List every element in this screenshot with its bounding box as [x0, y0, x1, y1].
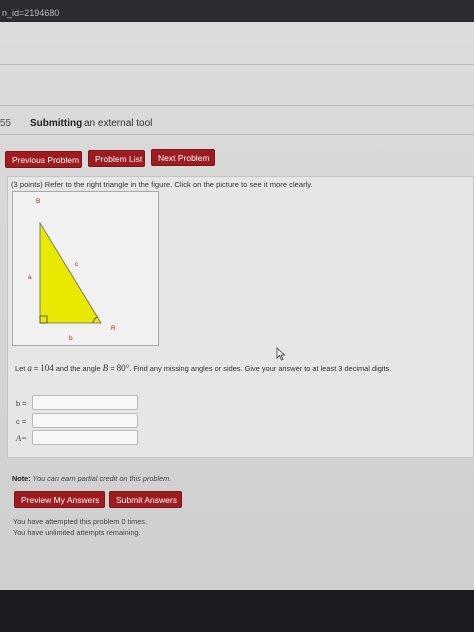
monitor-bezel [0, 590, 474, 632]
problem-panel: (3 points) Refer to the right triangle i… [7, 176, 474, 458]
c-answer-input[interactable] [32, 413, 138, 428]
side-label-b: b [69, 335, 73, 342]
given-a-value: 104 [40, 363, 54, 373]
side-label-c: c [75, 261, 79, 268]
a-angle-field-label: A= [16, 433, 27, 443]
vertex-label-r: R [111, 325, 116, 332]
c-field-label: c = [16, 417, 27, 426]
triangle-shape [39, 221, 102, 324]
triangle-figure[interactable]: B c a R b [12, 191, 159, 346]
previous-problem-button[interactable]: Previous Problem [5, 151, 82, 168]
partial-credit-note: Note: You can earn partial credit on thi… [12, 474, 172, 483]
breadcrumb-number: 55 [0, 118, 12, 129]
side-label-a: a [28, 274, 32, 281]
breadcrumb-title: Submitting [30, 118, 83, 129]
given-angle-b-value: 80° [116, 363, 130, 373]
a-angle-answer-input[interactable] [32, 430, 138, 445]
divider [0, 64, 474, 65]
divider [0, 105, 474, 106]
url-fragment: n_id=2194680 [2, 8, 60, 18]
attempts-remaining: You have unlimited attempts remaining. [13, 528, 141, 537]
preview-answers-button[interactable]: Preview My Answers [14, 491, 105, 508]
breadcrumb-subtitle: an external tool [84, 118, 153, 129]
vertex-label-b-upper: B [36, 198, 40, 205]
submit-answers-button[interactable]: Submit Answers [109, 491, 182, 508]
mouse-cursor-icon [276, 347, 286, 366]
right-triangle-diagram: B c a R b [28, 198, 116, 342]
problem-intro: (3 points) Refer to the right triangle i… [11, 180, 313, 189]
next-problem-button[interactable]: Next Problem [151, 149, 215, 166]
attempts-status: You have attempted this problem 0 times. [13, 517, 147, 526]
b-answer-input[interactable] [32, 395, 138, 410]
browser-url-bar: n_id=2194680 [0, 0, 474, 22]
b-field-label: b = [16, 399, 27, 408]
problem-list-button[interactable]: Problem List [88, 150, 145, 167]
problem-prompt: Let a = 104 and the angle B = 80°. Find … [15, 363, 392, 373]
divider [0, 134, 474, 135]
